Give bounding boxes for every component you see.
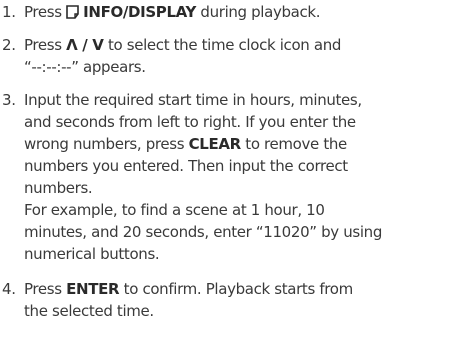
- step-3: 3. Input the required start time in hour…: [0, 89, 453, 265]
- step-2-number: 2.: [2, 36, 16, 54]
- step-2: 2. Press Λ / V to select the time clock …: [0, 34, 453, 78]
- step-3-line5: numbers.: [24, 179, 93, 197]
- step-3-line3-post: to remove the: [245, 135, 347, 153]
- step-4-rest-line1: to confirm. Playback starts from: [123, 280, 354, 298]
- step-3-example-line1: For example, to find a scene at 1 hour, …: [24, 201, 325, 219]
- step-1-press-text: Press: [24, 3, 62, 21]
- instruction-page: 1. Press INFO/DISPLAY during playback. 2…: [0, 0, 453, 356]
- up-down-arrow-keys: Λ / V: [66, 36, 104, 54]
- step-3-line3: wrong numbers, press CLEAR to remove the: [24, 133, 453, 155]
- step-3-line4: numbers you entered. Then input the corr…: [24, 157, 348, 175]
- step-4-press-text: Press: [24, 280, 62, 298]
- step-4: 4. Press ENTER to confirm. Playback star…: [0, 278, 453, 322]
- step-3-number: 3.: [2, 91, 16, 109]
- step-3-example-line3: numerical buttons.: [24, 245, 160, 263]
- instruction-steps-list: 1. Press INFO/DISPLAY during playback. 2…: [0, 1, 453, 333]
- step-3-example-line2: minutes, and 20 seconds, enter “11020” b…: [24, 223, 382, 241]
- step-2-rest-line2: “--:--:--” appears.: [24, 58, 146, 76]
- info-display-key-label: INFO/DISPLAY: [83, 3, 196, 21]
- step-1: 1. Press INFO/DISPLAY during playback.: [0, 1, 453, 23]
- step-3-line3-pre: wrong numbers, press: [24, 135, 185, 153]
- step-3-line1: Input the required start time in hours, …: [24, 91, 362, 109]
- info-display-button-icon: [66, 5, 79, 19]
- step-2-rest-line1: to select the time clock icon and: [107, 36, 342, 54]
- step-1-rest-text: during playback.: [200, 3, 321, 21]
- step-1-number: 1.: [2, 3, 16, 21]
- step-3-line2: and seconds from left to right. If you e…: [24, 113, 356, 131]
- step-2-press-text: Press: [24, 36, 62, 54]
- step-4-rest-line2: the selected time.: [24, 302, 154, 320]
- enter-key-label: ENTER: [66, 280, 120, 298]
- clear-key-label: CLEAR: [188, 135, 242, 153]
- step-4-number: 4.: [2, 280, 16, 298]
